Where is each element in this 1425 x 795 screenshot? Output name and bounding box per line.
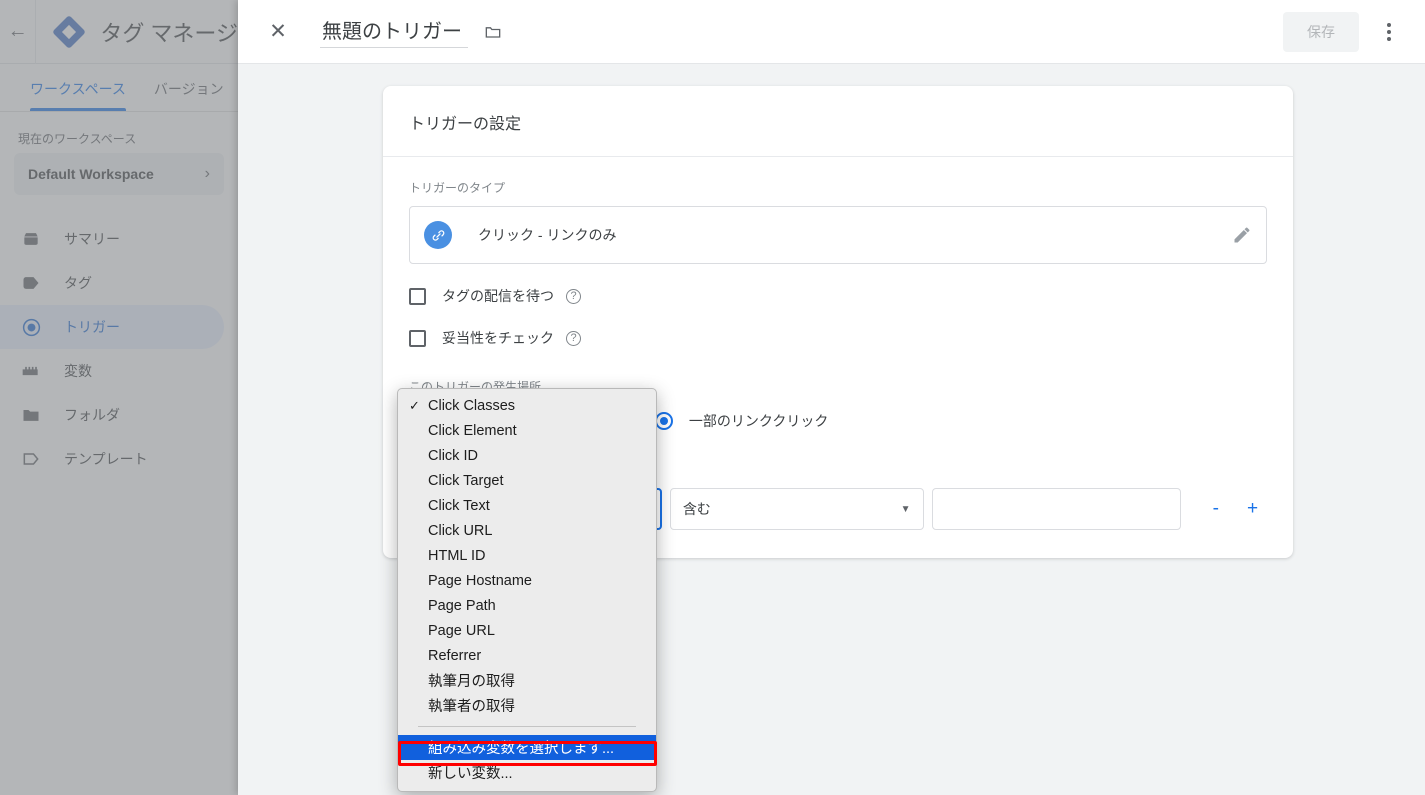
dropdown-option[interactable]: 執筆者の取得 <box>398 693 656 718</box>
dropdown-option-label: Click Text <box>428 497 490 514</box>
dropdown-option[interactable]: 執筆月の取得 <box>398 668 656 693</box>
wait-for-tags-checkbox[interactable] <box>409 287 426 305</box>
sidebar-item-label: タグ <box>64 275 92 291</box>
dropdown-option-label: 新しい変数... <box>428 766 513 782</box>
tab-workspace[interactable]: ワークスペース <box>16 79 140 111</box>
chevron-down-icon: ▼ <box>900 503 911 515</box>
condition-operator-select[interactable]: 含む ▼ <box>669 488 924 530</box>
dropdown-option[interactable]: Page Hostname <box>398 568 656 593</box>
radio-some-link-clicks-label: 一部のリンククリック <box>688 413 829 429</box>
dropdown-option[interactable]: Referrer <box>398 643 656 668</box>
dropdown-option-new-variable[interactable]: 新しい変数... <box>398 760 656 785</box>
dropdown-option-label: 組み込み変数を選択します... <box>428 741 615 757</box>
dropdown-option-label: Page Path <box>428 597 496 614</box>
dropdown-option[interactable]: Page URL <box>398 618 656 643</box>
dropdown-option-label: 執筆月の取得 <box>428 674 515 690</box>
google-tag-manager-logo <box>52 14 87 49</box>
current-workspace-label: 現在のワークスペース <box>18 132 137 146</box>
variable-select-dropdown[interactable]: ✓ Click Classes Click Element Click ID C… <box>397 388 657 792</box>
dropdown-option-label: Click Classes <box>428 397 516 414</box>
trigger-type-name: クリック - リンクのみ <box>478 227 617 243</box>
remove-condition-button[interactable]: - <box>1201 498 1230 520</box>
folder-icon <box>20 404 42 426</box>
dropdown-option-label: HTML ID <box>428 547 486 564</box>
dropdown-option-label: Click ID <box>428 447 478 464</box>
sidebar-item-variables[interactable]: 変数 <box>0 349 224 393</box>
add-condition-button[interactable]: + <box>1238 498 1267 520</box>
check-validation-checkbox[interactable] <box>409 329 426 347</box>
dropdown-option-label: Click Target <box>428 472 504 489</box>
dropdown-option[interactable]: HTML ID <box>398 543 656 568</box>
dropdown-option[interactable]: Page Path <box>398 593 656 618</box>
sidebar-item-label: サマリー <box>64 231 120 247</box>
trigger-icon <box>20 316 42 338</box>
dropdown-option-label: Click Element <box>428 422 517 439</box>
dropdown-option[interactable]: Click Text <box>398 493 656 518</box>
check-validation-label: 妥当性をチェック <box>442 330 554 346</box>
dropdown-option[interactable]: Click Element <box>398 418 656 443</box>
background-app: ← タグ マネージ ワークスペース バージョン 現在のワークスペース Defau… <box>0 0 238 795</box>
dropdown-option-label: Click URL <box>428 522 493 539</box>
tag-icon <box>20 272 42 294</box>
dropdown-option-label: 執筆者の取得 <box>428 699 515 715</box>
dropdown-separator <box>418 726 636 727</box>
trigger-type-label: トリガーのタイプ <box>409 181 506 195</box>
template-icon <box>20 448 42 470</box>
trigger-type-box[interactable]: クリック - リンクのみ <box>409 206 1267 264</box>
modal-header: ✕ 保存 <box>238 0 1425 64</box>
link-click-icon <box>424 221 452 249</box>
sidebar-item-label: テンプレート <box>64 451 148 467</box>
check-icon: ✓ <box>409 397 420 413</box>
sidebar-item-label: トリガー <box>64 319 120 335</box>
sidebar-item-tags[interactable]: タグ <box>0 261 224 305</box>
condition-value-input[interactable] <box>931 488 1182 530</box>
sidebar-item-folders[interactable]: フォルダ <box>0 393 224 437</box>
check-validation-row[interactable]: 妥当性をチェック ? <box>409 328 1267 348</box>
save-button[interactable]: 保存 <box>1283 11 1359 52</box>
dropdown-option-label: Page Hostname <box>428 572 532 589</box>
condition-operator-value: 含む <box>682 501 711 517</box>
app-title: タグ マネージ <box>100 20 238 46</box>
back-arrow-icon[interactable]: ← <box>0 0 37 64</box>
help-icon[interactable]: ? <box>566 288 581 304</box>
sidebar-item-label: フォルダ <box>64 407 120 423</box>
pencil-edit-icon[interactable] <box>1232 225 1252 245</box>
dropdown-option[interactable]: Click ID <box>398 443 656 468</box>
workspace-name: Default Workspace <box>28 166 154 182</box>
sidebar-item-label: 変数 <box>64 363 92 379</box>
workspace-tabs: ワークスペース バージョン <box>0 64 238 112</box>
radio-some-link-clicks[interactable] <box>654 412 673 430</box>
sidebar-item-triggers[interactable]: トリガー <box>0 305 224 349</box>
card-title: トリガーの設定 <box>383 86 1293 157</box>
workspace-selector[interactable]: Default Workspace › <box>14 153 224 195</box>
dropdown-option-label: Page URL <box>428 622 495 639</box>
sidebar-nav: サマリー タグ トリガー 変数 フォルダ テンプレート <box>0 217 238 481</box>
trigger-name-input[interactable] <box>320 15 468 48</box>
dropdown-option-label: Referrer <box>428 647 482 664</box>
wait-for-tags-label: タグの配信を待つ <box>442 288 554 304</box>
folder-icon[interactable] <box>482 21 504 43</box>
sidebar-item-summary[interactable]: サマリー <box>0 217 224 261</box>
chevron-right-icon: › <box>204 165 210 182</box>
close-icon[interactable]: ✕ <box>258 12 298 52</box>
dropdown-option[interactable]: Click URL <box>398 518 656 543</box>
help-icon[interactable]: ? <box>566 330 581 346</box>
tab-versions[interactable]: バージョン <box>140 79 238 111</box>
dropdown-option[interactable]: Click Target <box>398 468 656 493</box>
kebab-menu-icon[interactable] <box>1369 12 1409 52</box>
dropdown-option-select-builtin-variables[interactable]: 組み込み変数を選択します... <box>398 735 656 760</box>
sidebar-item-templates[interactable]: テンプレート <box>0 437 224 481</box>
dropdown-option[interactable]: ✓ Click Classes <box>398 393 656 418</box>
app-topbar: ← タグ マネージ <box>0 0 238 64</box>
wait-for-tags-row[interactable]: タグの配信を待つ ? <box>409 286 1267 306</box>
variable-icon <box>20 360 42 382</box>
summary-icon <box>20 228 42 250</box>
